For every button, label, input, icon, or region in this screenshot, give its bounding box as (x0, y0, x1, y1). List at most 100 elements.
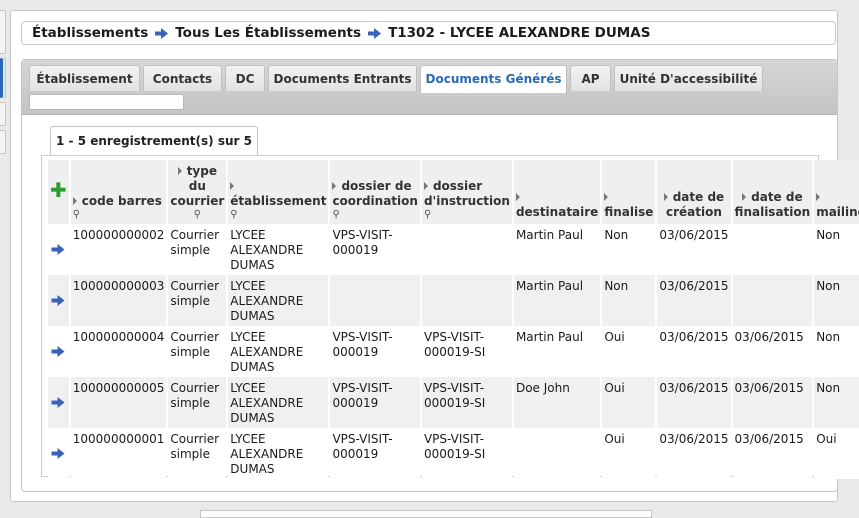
cell-finalise: Non (602, 275, 656, 326)
cell-date-finalisation (732, 224, 813, 275)
tab-container: Établissement Contacts DC Documents Entr… (21, 59, 859, 492)
cell-dossier-instruction: VPS-VISIT-000019-SI (421, 377, 512, 428)
cell-mailing: Non (814, 326, 859, 377)
sort-icon (742, 193, 747, 201)
arrow-right-icon[interactable] (51, 397, 65, 408)
cell-finalise: Non (602, 224, 656, 275)
sort-icon (72, 197, 77, 205)
cell-code-barres: 100000000005 (70, 377, 167, 428)
breadcrumb-item-etablissements[interactable]: Établissements (32, 25, 148, 41)
tab-bar: Établissement Contacts DC Documents Entr… (22, 60, 837, 115)
sort-icon (332, 182, 337, 190)
tab-dc[interactable]: DC (225, 65, 265, 91)
cell-code-barres: 100000000002 (70, 224, 167, 275)
column-label: date de création (666, 190, 725, 219)
sort-icon (816, 193, 821, 201)
column-header-type-courrier[interactable]: type du courrier ⚲ (168, 160, 227, 224)
cell-destinataire: Martin Paul (513, 224, 601, 275)
cell-dossier-coordination (330, 275, 420, 326)
cell-date-creation: 03/06/2015 (657, 377, 731, 428)
tab-unite-accessibilite[interactable]: Unité D'accessibilité (614, 65, 763, 91)
cell-dossier-coordination: VPS-VISIT-000019 (330, 224, 420, 275)
row-action-cell (48, 326, 69, 377)
bottom-panel-fragment (200, 510, 652, 518)
cell-type-courrier: Courrier simple (168, 224, 227, 275)
cell-destinataire (513, 428, 601, 479)
column-label: dossier d'instruction (423, 179, 510, 208)
column-header-dossier-instruction[interactable]: dossier d'instruction ⚲ (421, 160, 512, 224)
cell-date-finalisation: 03/06/2015 (732, 326, 813, 377)
cell-finalise: Oui (602, 326, 656, 377)
cell-code-barres: 100000000003 (70, 275, 167, 326)
tab-documents-generes[interactable]: Documents Générés (420, 65, 567, 93)
magnifier-icon[interactable]: ⚲ (170, 209, 224, 220)
cell-etablissement: LYCEE ALEXANDRE DUMAS (228, 326, 329, 377)
arrow-right-icon[interactable] (51, 295, 65, 306)
cell-dossier-coordination: VPS-VISIT-000019 (330, 428, 420, 479)
column-label: code barres (81, 194, 162, 208)
cell-date-creation: 03/06/2015 (657, 224, 731, 275)
tab-ap[interactable]: AP (570, 65, 611, 91)
row-action-cell (48, 428, 69, 479)
cell-dossier-instruction (421, 275, 512, 326)
cell-date-finalisation: 03/06/2015 (732, 428, 813, 479)
table-row[interactable]: 100000000001 Courrier simple LYCEE ALEXAND… (48, 428, 859, 479)
left-panel-selected-fragment[interactable] (0, 58, 6, 98)
cell-dossier-instruction (421, 224, 512, 275)
cell-code-barres: 100000000001 (70, 428, 167, 479)
column-header-date-finalisation[interactable]: date de finalisation (732, 160, 813, 224)
left-panel-fragment (0, 102, 6, 126)
arrow-right-icon[interactable] (51, 346, 65, 357)
documents-table: ✚ code barres ⚲ type du courrier ⚲ établis… (46, 160, 859, 479)
magnifier-icon[interactable]: ⚲ (230, 209, 326, 220)
magnifier-icon[interactable]: ⚲ (332, 209, 418, 220)
column-header-mailing[interactable]: mailing (814, 160, 859, 224)
cell-finalise: Oui (602, 428, 656, 479)
cell-date-creation: 03/06/2015 (657, 275, 731, 326)
sort-icon (230, 182, 235, 190)
cell-dossier-instruction: VPS-VISIT-000019-SI (421, 428, 512, 479)
column-header-etablissement[interactable]: établissement ⚲ (228, 160, 329, 224)
table-row[interactable]: 100000000003 Courrier simple LYCEE ALEXAND… (48, 275, 859, 326)
column-label: mailing (816, 205, 859, 219)
table-row[interactable]: 100000000005 Courrier simple LYCEE ALEXAND… (48, 377, 859, 428)
sort-icon (423, 182, 428, 190)
column-header-finalise[interactable]: finalise (602, 160, 656, 224)
column-header-code-barres[interactable]: code barres ⚲ (70, 160, 167, 224)
arrow-right-icon[interactable] (51, 244, 65, 255)
magnifier-icon[interactable]: ⚲ (73, 209, 165, 220)
cell-dossier-coordination: VPS-VISIT-000019 (330, 377, 420, 428)
table-row[interactable]: 100000000004 Courrier simple LYCEE ALEXAND… (48, 326, 859, 377)
record-count: 1 - 5 enregistrement(s) sur 5 (50, 126, 258, 156)
cell-dossier-coordination: VPS-VISIT-000019 (330, 326, 420, 377)
row-action-cell (48, 275, 69, 326)
breadcrumb-item-current: T1302 - LYCEE ALEXANDRE DUMAS (388, 25, 651, 41)
tab-etablissement[interactable]: Établissement (29, 65, 140, 91)
column-label: dossier de coordination (332, 179, 418, 208)
tab-documents-entrants[interactable]: Documents Entrants (268, 65, 417, 91)
sort-icon (515, 193, 520, 201)
cell-etablissement: LYCEE ALEXANDRE DUMAS (228, 224, 329, 275)
cell-destinataire: Martin Paul (513, 326, 601, 377)
cell-type-courrier: Courrier simple (168, 326, 227, 377)
breadcrumb: Établissements Tous Les Établissements T… (21, 21, 836, 45)
column-header-dossier-coordination[interactable]: dossier de coordination ⚲ (330, 160, 420, 224)
arrow-right-icon[interactable] (51, 448, 65, 459)
column-label: établissement (230, 194, 327, 208)
plus-icon[interactable]: ✚ (50, 178, 67, 202)
arrow-right-icon (155, 27, 169, 39)
cell-type-courrier: Courrier simple (168, 428, 227, 479)
tab-contacts[interactable]: Contacts (143, 65, 222, 91)
cell-destinataire: Martin Paul (513, 275, 601, 326)
sort-icon (177, 167, 182, 175)
cell-date-creation: 03/06/2015 (657, 326, 731, 377)
table-row[interactable]: 100000000002 Courrier simple LYCEE ALEXAND… (48, 224, 859, 275)
column-header-destinataire[interactable]: destinataire (513, 160, 601, 224)
breadcrumb-item-tous[interactable]: Tous Les Établissements (175, 25, 361, 41)
magnifier-icon[interactable]: ⚲ (424, 209, 510, 220)
column-header-date-creation[interactable]: date de création (657, 160, 731, 224)
tab-search-input[interactable] (29, 94, 184, 110)
cell-etablissement: LYCEE ALEXANDRE DUMAS (228, 275, 329, 326)
cell-finalise: Oui (602, 377, 656, 428)
cell-type-courrier: Courrier simple (168, 275, 227, 326)
